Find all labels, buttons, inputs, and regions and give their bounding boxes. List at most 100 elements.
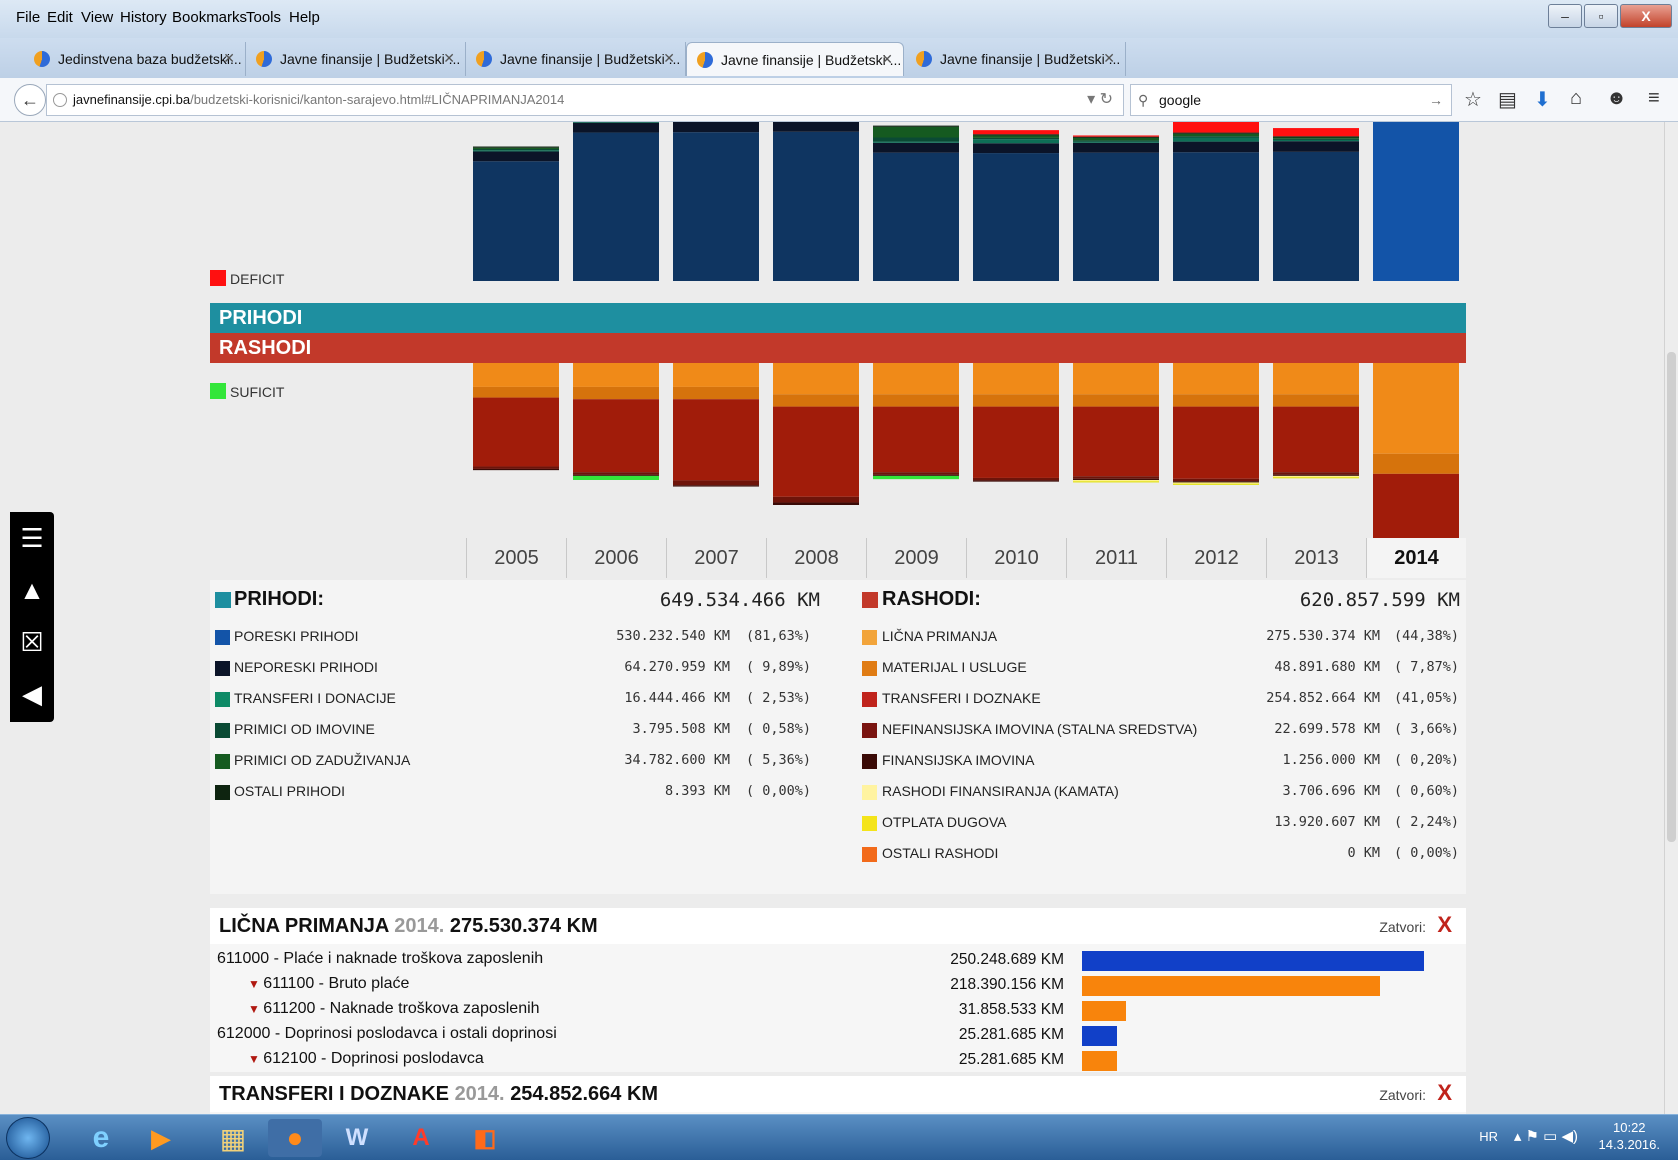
bar-rashodi-nefinansijska-2013[interactable] xyxy=(1273,472,1359,475)
bar-rashodi-nefinansijska-2011[interactable] xyxy=(1073,476,1159,479)
prihodi-row-label[interactable]: PORESKI PRIHODI xyxy=(234,628,358,644)
bar-prihodi-poreski-2008[interactable] xyxy=(773,131,859,281)
bar-rashodi-materijal-2009[interactable] xyxy=(873,394,959,407)
bar-rashodi-finansijska-2008[interactable] xyxy=(773,502,859,505)
bar-prihodi-imovina-2010[interactable] xyxy=(973,137,1059,140)
close-tab-icon[interactable]: ✕ xyxy=(663,50,675,67)
bar-rashodi-materijal-2014[interactable] xyxy=(1373,453,1459,474)
rashodi-row-label[interactable]: NEFINANSIJSKA IMOVINA (STALNA SREDSTVA) xyxy=(882,721,1197,737)
bar-prihodi-poreski-2010[interactable] xyxy=(973,153,1059,281)
bar-prihodi-neporeski-2011[interactable] xyxy=(1073,142,1159,153)
close-tab-icon[interactable]: ✕ xyxy=(223,50,235,67)
bar-rashodi-suficit-2009[interactable] xyxy=(873,475,959,480)
year-tab-2011[interactable]: 2011 xyxy=(1066,538,1166,578)
file-explorer-icon[interactable]: ▦ xyxy=(206,1119,260,1157)
bar-rashodi-nefinansijska-2008[interactable] xyxy=(773,496,859,503)
scrollbar-thumb[interactable] xyxy=(1667,352,1676,842)
close-box-icon[interactable]: ☒ xyxy=(10,616,54,668)
bar-prihodi-imovina-2005[interactable] xyxy=(473,148,559,151)
bar-rashodi-nefinansijska-2012[interactable] xyxy=(1173,478,1259,482)
year-tab-2007[interactable]: 2007 xyxy=(666,538,766,578)
detail-row-label[interactable]: 611000 - Plaće i naknade troškova zaposl… xyxy=(217,950,543,968)
bar-prihodi-imovina-2009[interactable] xyxy=(873,137,959,142)
bar-rashodi-transferi_doznake-2012[interactable] xyxy=(1173,406,1259,479)
bar-rashodi-finansijska-2006[interactable] xyxy=(573,474,659,476)
close-detail-button[interactable]: X xyxy=(1437,912,1452,938)
bar-rashodi-transferi_doznake-2005[interactable] xyxy=(473,397,559,467)
bar-rashodi-materijal-2008[interactable] xyxy=(773,394,859,407)
bar-prihodi-neporeski-2006[interactable] xyxy=(573,122,659,133)
browser-tab[interactable]: Javne finansije | Budžetski ... ✕ xyxy=(906,42,1126,76)
bar-prihodi-transferi_donacije-2011[interactable] xyxy=(1073,141,1159,143)
bar-prihodi-deficit-2011[interactable] xyxy=(1073,135,1159,137)
bar-rashodi-kamata-2013[interactable] xyxy=(1273,475,1359,478)
bar-rashodi-transferi_doznake-2011[interactable] xyxy=(1073,406,1159,477)
bar-rashodi-finansijska-2010[interactable] xyxy=(973,480,1059,482)
menu-icon[interactable]: ☰ xyxy=(10,512,54,564)
acrobat-icon[interactable]: A xyxy=(394,1119,448,1157)
bar-prihodi-ostali_prihodi-2005[interactable] xyxy=(473,146,559,148)
close-detail-button[interactable]: X xyxy=(1437,1080,1452,1106)
expand-triangle-icon[interactable]: ▼ xyxy=(248,1002,263,1016)
reload-icon[interactable]: ▾ ↻ xyxy=(1087,85,1113,115)
browser-tab[interactable]: Javne finansije | Budžetski ... ✕ xyxy=(466,42,686,76)
bar-rashodi-materijal-2012[interactable] xyxy=(1173,394,1259,407)
rashodi-row-label[interactable]: OSTALI RASHODI xyxy=(882,845,998,861)
bar-prihodi-deficit-2012[interactable] xyxy=(1173,122,1259,133)
close-window-button[interactable]: X xyxy=(1620,4,1672,28)
internet-explorer-icon[interactable]: e xyxy=(74,1119,128,1157)
bar-rashodi-nefinansijska-2006[interactable] xyxy=(573,472,659,475)
bar-prihodi-zaduzivanje-2012[interactable] xyxy=(1173,133,1259,137)
prihodi-row-label[interactable]: NEPORESKI PRIHODI xyxy=(234,659,378,675)
bar-prihodi-poreski-2012[interactable] xyxy=(1173,152,1259,281)
prihodi-row-label[interactable]: OSTALI PRIHODI xyxy=(234,783,345,799)
bar-rashodi-finansijska-2007[interactable] xyxy=(673,485,759,487)
tray-icons[interactable]: ▴ ⚑ ▭ ◀) xyxy=(1514,1127,1578,1145)
bar-prihodi-ostali_prihodi-2013[interactable] xyxy=(1273,136,1359,138)
expand-triangle-icon[interactable]: ▼ xyxy=(248,1052,263,1066)
rashodi-row-label[interactable]: RASHODI FINANSIRANJA (KAMATA) xyxy=(882,783,1119,799)
firefox-icon[interactable]: ● xyxy=(268,1119,322,1157)
bar-prihodi-deficit-2010[interactable] xyxy=(973,130,1059,135)
bar-prihodi-transferi_donacije-2006[interactable] xyxy=(573,122,659,123)
bar-prihodi-zaduzivanje-2010[interactable] xyxy=(973,135,1059,138)
maximize-button[interactable]: ▫ xyxy=(1584,4,1618,28)
search-go-icon[interactable]: → xyxy=(1429,85,1443,115)
bar-prihodi-neporeski-2009[interactable] xyxy=(873,142,959,153)
bar-prihodi-poreski-2011[interactable] xyxy=(1073,152,1159,281)
word-icon[interactable]: W xyxy=(330,1119,384,1157)
bar-rashodi-finansijska-2009[interactable] xyxy=(873,474,959,476)
bar-prihodi-neporeski-2013[interactable] xyxy=(1273,141,1359,152)
downloads-icon[interactable]: ⬇ xyxy=(1534,87,1551,112)
close-tab-icon[interactable]: ✕ xyxy=(443,50,455,67)
bar-rashodi-finansijska-2013[interactable] xyxy=(1273,474,1359,476)
language-indicator[interactable]: HR xyxy=(1479,1129,1498,1144)
bar-rashodi-otplata-2012[interactable] xyxy=(1173,483,1259,485)
bar-prihodi-zaduzivanje-2005[interactable] xyxy=(473,147,559,149)
collapse-left-icon[interactable]: ◀ xyxy=(10,668,54,720)
bar-prihodi-neporeski-2007[interactable] xyxy=(673,122,759,133)
detail-row-label[interactable]: 612000 - Doprinosi poslodavca i ostali d… xyxy=(217,1025,557,1043)
bar-rashodi-transferi_doznake-2007[interactable] xyxy=(673,399,759,481)
menu-history[interactable]: History xyxy=(120,9,167,26)
menu-bookmarks[interactable]: Bookmarks xyxy=(172,9,247,26)
bar-rashodi-nefinansijska-2010[interactable] xyxy=(973,477,1059,481)
bar-rashodi-materijal-2013[interactable] xyxy=(1273,394,1359,407)
year-tab-2010[interactable]: 2010 xyxy=(966,538,1066,578)
bar-prihodi-poreski-2005[interactable] xyxy=(473,161,559,281)
bar-prihodi-ostali_prihodi-2010[interactable] xyxy=(973,134,1059,136)
bar-rashodi-kamata-2012[interactable] xyxy=(1173,482,1259,484)
rashodi-row-label[interactable]: FINANSIJSKA IMOVINA xyxy=(882,752,1034,768)
bar-prihodi-imovina-2012[interactable] xyxy=(1173,136,1259,138)
menu-file[interactable]: File xyxy=(16,9,40,26)
bar-prihodi-imovina-2011[interactable] xyxy=(1073,140,1159,142)
year-tab-2006[interactable]: 2006 xyxy=(566,538,666,578)
bar-prihodi-transferi_donacije-2012[interactable] xyxy=(1173,137,1259,142)
bar-prihodi-neporeski-2008[interactable] xyxy=(773,122,859,132)
bar-rashodi-finansijska-2011[interactable] xyxy=(1073,478,1159,480)
bar-prihodi-zaduzivanje-2013[interactable] xyxy=(1273,137,1359,139)
bar-rashodi-transferi_doznake-2009[interactable] xyxy=(873,406,959,473)
back-icon[interactable]: ← xyxy=(14,84,46,116)
bar-prihodi-poreski-2014[interactable] xyxy=(1373,122,1459,282)
close-tab-icon[interactable]: ✕ xyxy=(881,51,893,68)
